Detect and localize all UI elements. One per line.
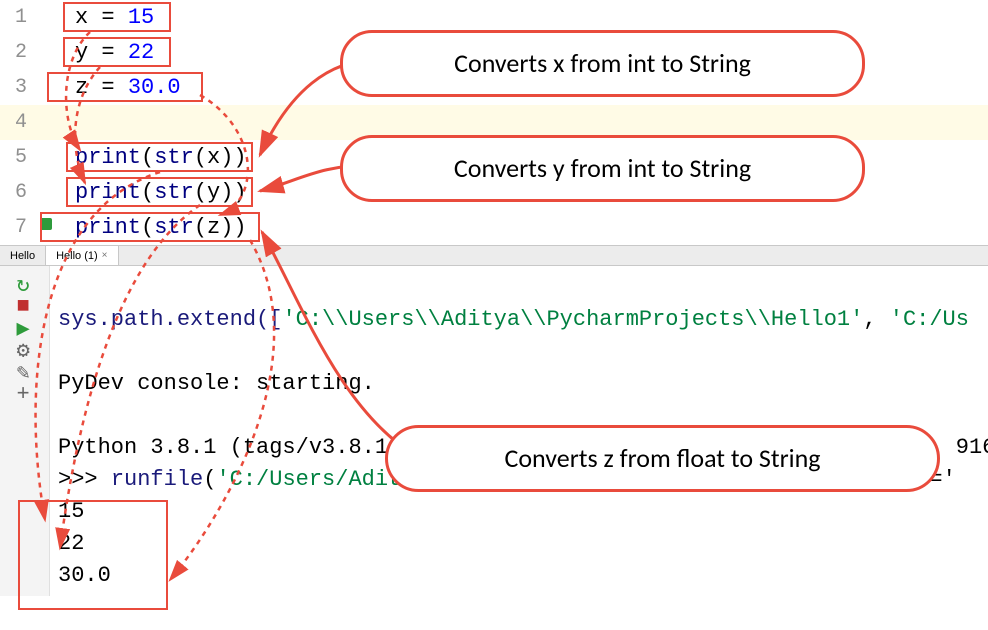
callout-convert-x: Converts x from int to String [340,30,865,97]
console-output-line: 15 [58,499,84,524]
code-content: y = 22 [35,40,154,65]
line-number: 2 [0,41,35,64]
gear-icon[interactable]: ⚙ [17,338,33,354]
console-text: runfile [111,467,203,492]
code-content: z = 30.0 [35,75,181,100]
console-text: 'C:/Us [890,307,969,332]
line-number: 7 [0,216,35,239]
line-number: 5 [0,146,35,169]
wrench-icon[interactable]: ✎ [17,360,33,376]
console-toolbar: ↻ ■ ▶ ⚙ ✎ + [0,266,50,596]
callout-text: Converts z from float to String [504,442,820,474]
callout-text: Converts x from int to String [454,47,751,79]
console-output-line: 22 [58,531,84,556]
console-text: sys.path.extend([ [58,307,282,332]
console-text: Python 3.8.1 (tags/v3.8.1: [58,435,401,460]
code-content: print(str(x)) [35,145,247,170]
tab-label: Hello (1) [56,250,98,262]
add-icon[interactable]: + [17,382,33,398]
line-number: 4 [0,111,35,134]
console-text: 'C:\\Users\\Aditya\\PycharmProjects\\Hel… [282,307,863,332]
console-tab-hello-1[interactable]: Hello (1) × [46,246,118,265]
line-number: 6 [0,181,35,204]
console-text: 'C:/Users/Adit [216,467,401,492]
run-indicator [40,218,52,230]
line-number: 3 [0,76,35,99]
console-tabs: Hello Hello (1) × [0,246,988,266]
code-line[interactable]: 7print(str(z)) [0,210,988,245]
code-content: print(str(y)) [35,180,247,205]
console-text: , [863,307,889,332]
callout-convert-y: Converts y from int to String [340,135,865,202]
console-text: 916 [956,435,988,460]
tab-label: Hello [10,250,35,262]
code-content: x = 15 [35,5,154,30]
stop-icon[interactable]: ■ [17,294,33,310]
console-output-line: 30.0 [58,563,111,588]
line-number: 1 [0,6,35,29]
callout-convert-z: Converts z from float to String [385,425,940,492]
play-icon[interactable]: ▶ [17,316,33,332]
code-content: print(str(z)) [35,215,247,240]
callout-text: Converts y from int to String [454,152,751,184]
close-icon[interactable]: × [102,250,108,261]
rerun-icon[interactable]: ↻ [17,272,33,288]
console-tab-hello[interactable]: Hello [0,246,46,265]
console-text: PyDev console: starting. [58,371,375,396]
console-prompt: >>> [58,467,111,492]
